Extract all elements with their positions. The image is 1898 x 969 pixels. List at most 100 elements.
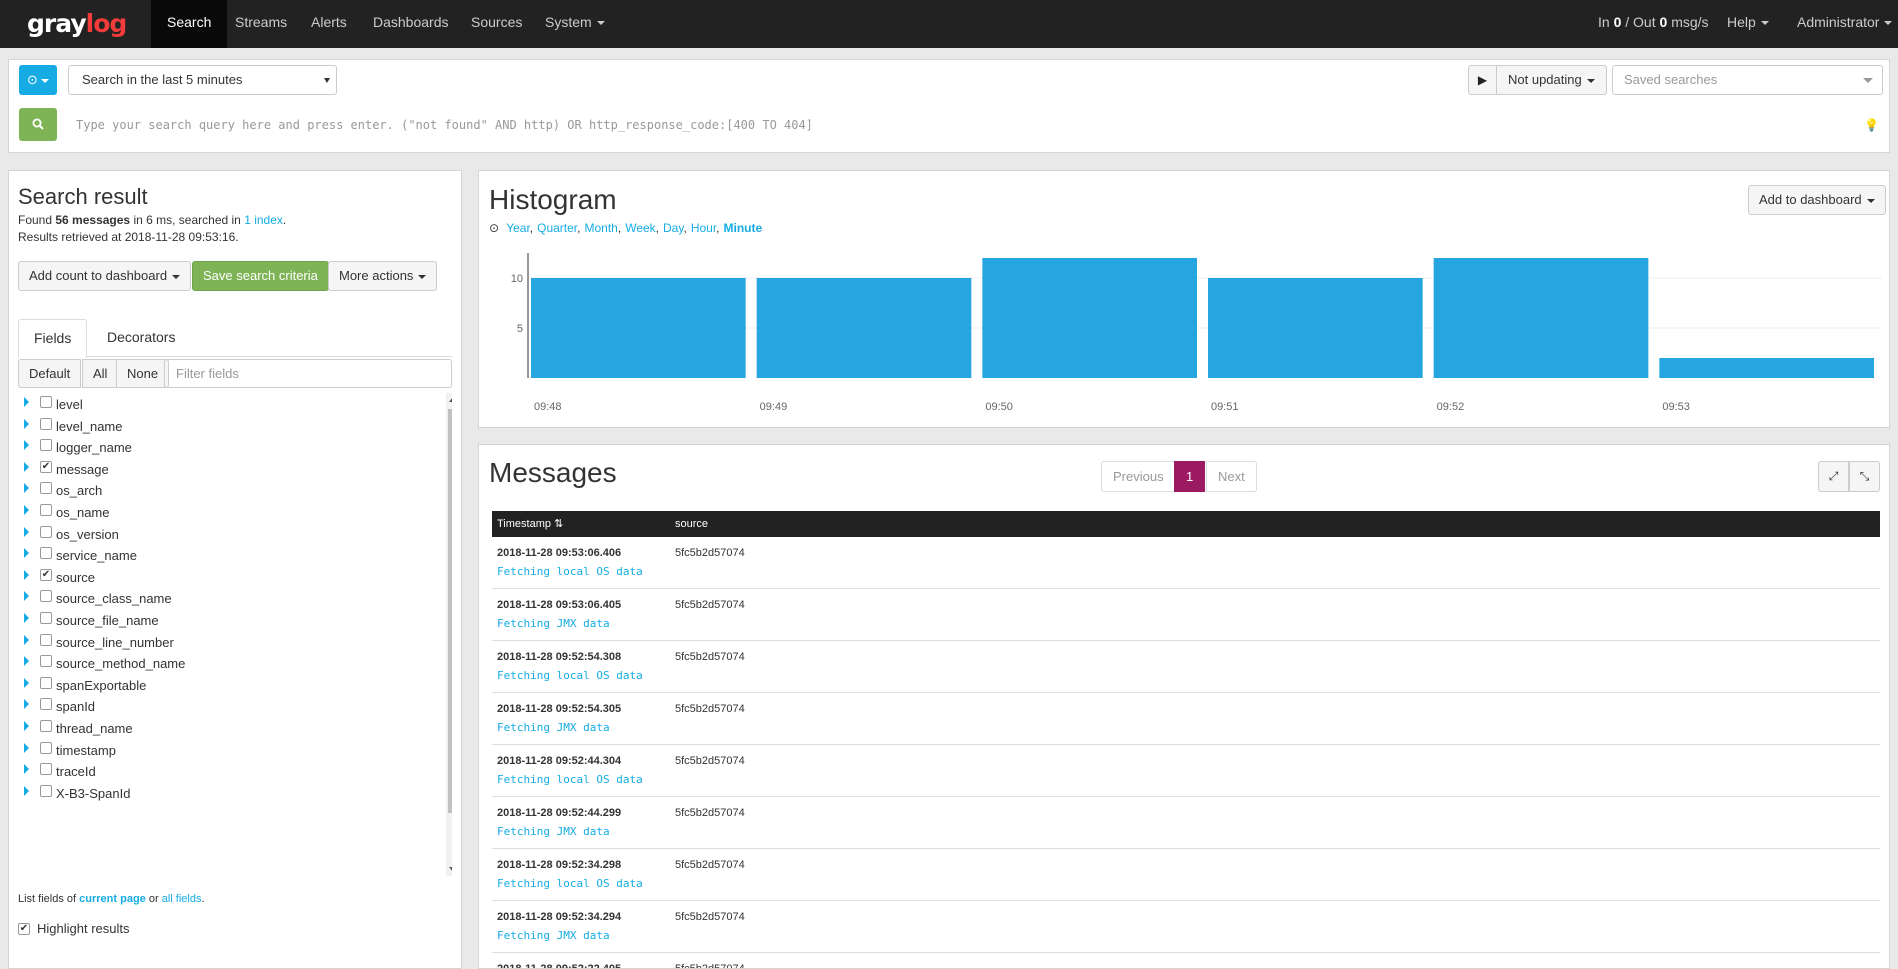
caret-right-icon[interactable] bbox=[24, 483, 29, 494]
field-checkbox[interactable]: ✔ bbox=[40, 460, 52, 473]
histogram-bar[interactable] bbox=[1433, 258, 1649, 378]
field-checkbox[interactable] bbox=[40, 676, 52, 689]
field-checkbox[interactable] bbox=[40, 698, 52, 711]
field-checkbox[interactable] bbox=[40, 482, 52, 495]
caret-right-icon[interactable] bbox=[24, 613, 29, 623]
lightbulb-icon[interactable]: 💡 bbox=[1864, 118, 1879, 132]
caret-right-icon[interactable] bbox=[24, 742, 29, 753]
field-checkbox[interactable]: ✔ bbox=[40, 568, 52, 581]
caret-right-icon[interactable] bbox=[24, 461, 29, 472]
sort-icon[interactable]: ⇅ bbox=[554, 518, 563, 530]
scroll-up-icon[interactable] bbox=[449, 397, 452, 402]
field-name: os_name bbox=[56, 505, 110, 520]
nav-sources[interactable]: Sources bbox=[455, 0, 538, 48]
field-name: level_name bbox=[56, 418, 123, 434]
field-checkbox[interactable] bbox=[40, 417, 52, 430]
message-row[interactable]: 2018-11-28 09:52:34.294 5fc5b2d57074 Fetch… bbox=[492, 901, 1880, 953]
collapse-icon[interactable]: ⤡ bbox=[1849, 461, 1880, 492]
search-submit-button[interactable] bbox=[19, 108, 57, 141]
caret-right-icon[interactable] bbox=[24, 634, 29, 645]
saved-searches-select[interactable]: Saved searches bbox=[1612, 65, 1883, 95]
more-actions-button[interactable]: More actions bbox=[328, 261, 438, 291]
expand-icon[interactable]: ⤢ bbox=[1818, 461, 1849, 492]
caret-right-icon[interactable] bbox=[24, 440, 29, 451]
nav-search[interactable]: Search bbox=[151, 0, 228, 48]
current-page-link[interactable]: current page bbox=[79, 893, 146, 905]
field-checkbox[interactable] bbox=[40, 612, 52, 624]
field-checkbox[interactable] bbox=[40, 763, 52, 776]
fields-all-button[interactable]: All bbox=[82, 359, 119, 388]
nav-streams[interactable]: Streams bbox=[219, 0, 303, 48]
pagination-previous[interactable]: Previous bbox=[1101, 461, 1176, 492]
caret-right-icon[interactable] bbox=[24, 591, 29, 602]
scroll-down-icon[interactable] bbox=[449, 867, 452, 872]
caret-right-icon[interactable] bbox=[24, 677, 29, 688]
all-fields-link[interactable]: all fields bbox=[162, 893, 202, 905]
tab-decorators[interactable]: Decorators bbox=[92, 319, 190, 358]
caret-right-icon[interactable] bbox=[24, 785, 29, 796]
scrollbar-thumb[interactable] bbox=[448, 409, 452, 813]
caret-right-icon[interactable] bbox=[24, 721, 29, 731]
histogram-bar[interactable] bbox=[1659, 358, 1874, 378]
message-row[interactable]: 2018-11-28 09:52:44.304 5fc5b2d57074 Fetch… bbox=[492, 745, 1880, 797]
nav-system[interactable]: System bbox=[529, 0, 621, 48]
add-count-to-dashboard-button[interactable]: Add count to dashboard bbox=[18, 261, 192, 291]
field-checkbox[interactable] bbox=[40, 396, 52, 408]
histogram-bar[interactable] bbox=[756, 278, 972, 378]
time-range-select[interactable]: Search in the last 5 minutes bbox=[68, 65, 337, 95]
search-query-input[interactable]: Type your search query here and press en… bbox=[68, 109, 1858, 141]
filter-fields-input[interactable]: Filter fields bbox=[164, 359, 452, 388]
help-menu[interactable]: Help bbox=[1727, 0, 1769, 48]
field-checkbox[interactable] bbox=[40, 547, 52, 560]
user-menu[interactable]: Administrator bbox=[1797, 0, 1893, 48]
nav-dashboards[interactable]: Dashboards bbox=[357, 0, 465, 48]
result-summary: Found 56 messages in 6 ms, searched in 1… bbox=[18, 213, 286, 227]
column-timestamp[interactable]: Timestamp ⇅ bbox=[497, 511, 563, 537]
field-checkbox[interactable] bbox=[40, 655, 52, 668]
column-source[interactable]: source bbox=[675, 511, 708, 537]
save-search-criteria-button[interactable]: Save search criteria bbox=[192, 261, 329, 291]
field-name: source bbox=[56, 569, 96, 585]
histogram-bar[interactable] bbox=[982, 258, 1197, 378]
field-checkbox[interactable] bbox=[40, 720, 52, 732]
field-checkbox[interactable] bbox=[40, 784, 52, 797]
caret-right-icon[interactable] bbox=[24, 569, 29, 580]
caret-right-icon[interactable] bbox=[24, 397, 29, 407]
time-range-type-button[interactable]: ⊙ bbox=[19, 65, 57, 95]
tab-fields[interactable]: Fields bbox=[18, 319, 88, 358]
message-row[interactable]: 2018-11-28 09:53:06.406 5fc5b2d57074 Fetch… bbox=[492, 537, 1880, 589]
message-row[interactable]: 2018-11-28 09:52:54.305 5fc5b2d57074 Fetch… bbox=[492, 693, 1880, 745]
caret-right-icon[interactable] bbox=[24, 526, 29, 537]
message-row[interactable]: 2018-11-28 09:52:54.308 5fc5b2d57074 Fetch… bbox=[492, 641, 1880, 693]
caret-right-icon[interactable] bbox=[24, 699, 29, 710]
message-row[interactable]: 2018-11-28 09:52:44.299 5fc5b2d57074 Fetch… bbox=[492, 797, 1880, 849]
histogram-bar[interactable] bbox=[531, 278, 746, 378]
field-checkbox[interactable] bbox=[40, 633, 52, 646]
message-row[interactable]: 2018-11-28 09:52:34.298 5fc5b2d57074 Fetch… bbox=[492, 849, 1880, 901]
caret-right-icon[interactable] bbox=[24, 418, 29, 429]
message-row[interactable]: 2018-11-28 09:53:06.405 5fc5b2d57074 Fetch… bbox=[492, 589, 1880, 641]
refresh-interval-dropdown[interactable]: Not updating bbox=[1496, 65, 1607, 95]
caret-right-icon[interactable] bbox=[24, 505, 29, 515]
histogram-bar[interactable] bbox=[1208, 278, 1423, 378]
field-checkbox[interactable] bbox=[40, 741, 52, 754]
fields-none-button[interactable]: None bbox=[116, 359, 170, 388]
caret-right-icon[interactable] bbox=[24, 764, 29, 775]
message-row[interactable]: 2018-11-28 09:52:22.405 5fc5b2d57074 bbox=[492, 953, 1880, 968]
fields-default-button[interactable]: Default bbox=[18, 359, 82, 388]
field-checkbox[interactable] bbox=[40, 525, 52, 538]
field-item-level[interactable]: level bbox=[18, 393, 438, 419]
field-checkbox[interactable] bbox=[40, 590, 52, 603]
field-checkbox[interactable] bbox=[40, 439, 52, 452]
nav-alerts[interactable]: Alerts bbox=[295, 0, 363, 48]
field-list-scrollbar[interactable] bbox=[446, 393, 452, 876]
pagination-page-1[interactable]: 1 bbox=[1174, 461, 1206, 492]
graylog-logo[interactable]: graylog bbox=[27, 9, 127, 39]
caret-right-icon[interactable] bbox=[24, 656, 29, 667]
field-checkbox[interactable] bbox=[40, 504, 52, 516]
pagination-next[interactable]: Next bbox=[1206, 461, 1257, 492]
index-link[interactable]: 1 index bbox=[244, 213, 283, 227]
refresh-play-button[interactable]: ▶ bbox=[1468, 65, 1497, 95]
caret-right-icon[interactable] bbox=[24, 548, 29, 559]
highlight-results-checkbox[interactable]: ✔ bbox=[18, 923, 30, 935]
